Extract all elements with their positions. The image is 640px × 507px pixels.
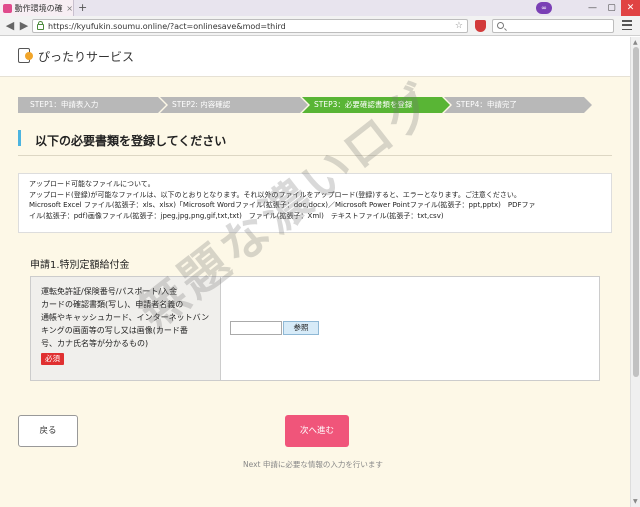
file-path-input[interactable] [230,321,282,335]
application-heading: 申請1.特別定額給付金 [30,260,130,271]
upload-form-table: 運転免許証/保険番号/パスポート/入金 カードの確認書類(写し)、申請者名義の … [30,276,600,381]
step-progress: STEP1：申請表入力 STEP2: 内容確認 STEP3：必要確認書類を登録 … [18,97,616,113]
back-button[interactable]: 戻る [18,415,78,447]
next-button[interactable]: 次へ進む [285,415,349,447]
private-mask-icon: ∞ [536,2,552,14]
page-title: 以下の必要書類を登録してください [35,134,227,148]
browser-tab[interactable]: 動作環境の確 × [0,0,74,16]
browse-button[interactable]: 参照 [283,321,319,335]
step-4: STEP4：申請完了 [444,97,592,113]
notice-line: Microsoft Excel ファイル(拡張子：xls、xlsx)「Micro… [29,201,536,209]
field-label-line: 号、カナ氏名等が分かるもの) [41,339,149,348]
page-content: ぴったりサービス STEP1：申請表入力 STEP2: 内容確認 STEP3：必… [0,37,630,507]
lock-icon [37,21,44,30]
notice-line: アップロード(登録)が可能なファイルは、以下のとおりとなります。それ以外のファイ… [29,190,521,199]
section-accent-bar [18,130,21,146]
maximize-button[interactable]: ▢ [602,0,621,16]
scroll-up-icon[interactable]: ▲ [633,39,638,46]
address-bar[interactable]: https://kyufukin.soumu.online/?act=onlin… [32,19,468,33]
scroll-thumb[interactable] [633,47,639,377]
minimize-button[interactable]: — [583,0,602,16]
bookmark-star-icon[interactable]: ☆ [455,21,463,31]
step-2: STEP2: 内容確認 [160,97,308,113]
window-controls: — ▢ ✕ [583,0,640,16]
next-note: Next 申請に必要な情報の入力を行います [243,460,383,469]
forward-arrow-icon[interactable]: ▶ [17,19,31,33]
close-window-button[interactable]: ✕ [621,0,640,16]
field-label-line: 運転免許証/保険番号/パスポート/入金 [41,287,178,296]
tab-close-icon[interactable]: × [66,4,73,13]
back-arrow-icon[interactable]: ◀ [3,19,17,33]
field-label-line: 通帳やキャッシュカード、インターネットバン [41,313,210,322]
favicon-icon [3,3,12,13]
scroll-down-icon[interactable]: ▼ [633,498,638,505]
browser-tab-bar: 動作環境の確 × + ∞ — ▢ ✕ [0,0,640,16]
notice-line: アップロード可能なファイルについて。 [29,180,155,188]
field-label-line: カードの確認書類(写し)、申請者名義の [41,300,184,309]
tab-title: 動作環境の確 [14,3,63,13]
required-badge: 必須 [41,353,64,365]
section-header: 以下の必要書類を登録してください [18,128,612,156]
field-label-line: キングの画面等の写し又は画像(カード番 [41,326,188,335]
step-3-active: STEP3：必要確認書類を登録 [302,97,450,113]
hamburger-menu-icon[interactable] [622,20,632,30]
search-icon [497,22,504,29]
url-text[interactable]: https://kyufukin.soumu.online/?act=onlin… [48,22,286,31]
site-header: ぴったりサービス [0,37,630,77]
field-label-cell: 運転免許証/保険番号/パスポート/入金 カードの確認書類(写し)、申請者名義の … [31,277,221,380]
upload-notice: アップロード可能なファイルについて。 アップロード(登録)が可能なファイルは、以… [18,173,612,233]
site-title[interactable]: ぴったりサービス [38,48,134,65]
step-1: STEP1：申請表入力 [18,97,166,113]
browser-nav-bar: ◀ ▶ https://kyufukin.soumu.online/?act=o… [0,16,640,36]
logo-icon [18,47,34,63]
notice-line: イル(拡張子：pdf)画像ファイル(拡張子：jpeg,jpg,png,gif,t… [29,211,444,220]
search-input[interactable] [492,19,614,33]
new-tab-button[interactable]: + [78,1,87,14]
page-scrollbar[interactable]: ▲ ▼ [630,37,640,507]
shield-icon[interactable] [475,20,486,32]
